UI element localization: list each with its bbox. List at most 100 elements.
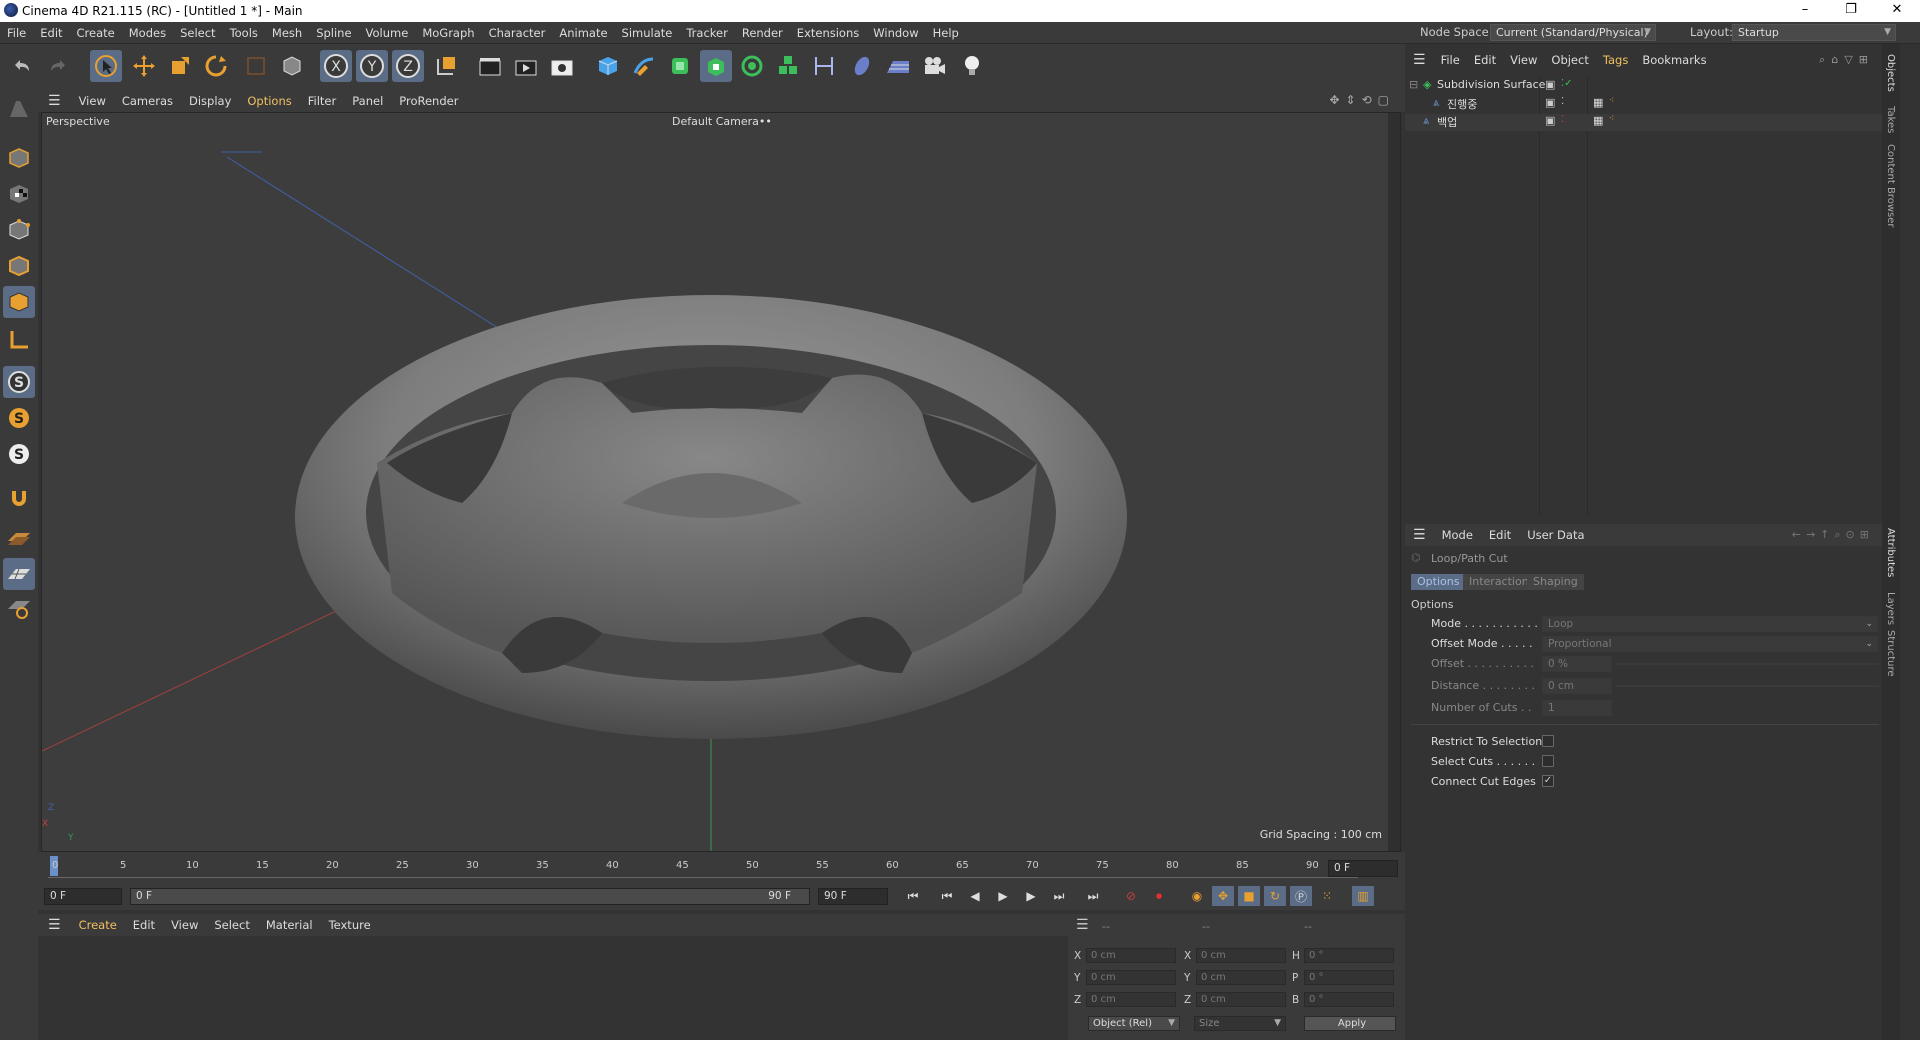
side-tab-attributes[interactable]: Attributes (1885, 528, 1896, 577)
make-editable-button[interactable] (3, 94, 35, 126)
objects-menu-view[interactable]: View (1503, 53, 1544, 67)
end-frame-field[interactable]: 90 F (818, 888, 888, 905)
timeline-ruler[interactable]: 0 5 10 15 20 25 30 35 40 45 50 55 60 65 … (38, 852, 1405, 882)
size-mode-dropdown[interactable]: Size ▼ (1194, 1016, 1286, 1031)
size-x-field[interactable]: 0 cm (1196, 948, 1286, 963)
connect-cut-edges-checkbox[interactable]: ✓ (1542, 775, 1554, 787)
next-key-button[interactable]: ⏭ (1048, 886, 1070, 906)
material-hamburger-icon[interactable]: ☰ (38, 917, 71, 933)
objects-menu-tags[interactable]: Tags (1596, 53, 1635, 67)
points-mode-button[interactable] (3, 214, 35, 246)
object-row-subdivision-surface[interactable]: ⊟ ◈ Subdivision Surface ▣ ⁚✓ (1405, 78, 1895, 95)
menu-help[interactable]: Help (926, 26, 966, 40)
rot-p-field[interactable]: 0 ° (1304, 970, 1394, 985)
previous-frame-button[interactable]: ◀ (964, 886, 986, 906)
go-to-end-button[interactable]: ⏭ (1082, 886, 1104, 906)
close-button[interactable]: ✕ (1874, 0, 1920, 22)
render-settings-button[interactable] (546, 50, 578, 82)
collapse-icon[interactable]: ⊟ (1409, 78, 1418, 91)
previous-key-button[interactable]: ⏮ (936, 886, 958, 906)
rotate-tool-button[interactable] (200, 50, 232, 82)
workplane-lock-button[interactable] (3, 558, 35, 590)
coordinates-hamburger-icon[interactable]: ☰ (1076, 917, 1089, 933)
recent-tools-button[interactable] (240, 50, 272, 82)
menu-file[interactable]: File (0, 26, 33, 40)
viewport-menu-panel[interactable]: Panel (344, 94, 391, 108)
mode-dropdown[interactable]: Loop ⌄ (1542, 616, 1878, 632)
perspective-viewport[interactable]: Perspective Default Camera•• Z X Y Grid … (41, 112, 1401, 852)
spline-pen-button[interactable] (628, 50, 660, 82)
deformer-button[interactable] (772, 50, 804, 82)
viewport-menu-cameras[interactable]: Cameras (114, 94, 181, 108)
size-z-field[interactable]: 0 cm (1196, 992, 1286, 1007)
objects-menu-bookmarks[interactable]: Bookmarks (1635, 53, 1713, 67)
model-mode-button[interactable] (3, 142, 35, 174)
render-picture-viewer-button[interactable] (510, 50, 542, 82)
undo-button[interactable] (6, 50, 38, 82)
tab-options[interactable]: Options (1411, 574, 1466, 590)
snap-button[interactable] (3, 482, 35, 514)
light-button[interactable] (956, 50, 988, 82)
menu-select[interactable]: Select (173, 26, 222, 40)
polygons-mode-button[interactable] (3, 286, 35, 318)
material-menu-edit[interactable]: Edit (125, 918, 163, 932)
side-tab-objects[interactable]: Objects (1885, 54, 1896, 92)
axis-mode-button[interactable] (3, 324, 35, 356)
side-tab-takes[interactable]: Takes (1885, 106, 1896, 133)
viewport-menu-options[interactable]: Options (239, 94, 299, 108)
array-generator-button[interactable] (736, 50, 768, 82)
object-row-jinhaengjung[interactable]: ⩓ 진행중 ▣ ⁚ ▦ ⁖ (1405, 96, 1895, 113)
menu-mograph[interactable]: MoGraph (415, 26, 481, 40)
offset-field[interactable]: 0 % (1542, 656, 1612, 672)
menu-spline[interactable]: Spline (309, 26, 358, 40)
material-menu-create[interactable]: Create (71, 918, 125, 932)
menu-tools[interactable]: Tools (223, 26, 265, 40)
timeline-button[interactable]: ▥ (1352, 886, 1374, 906)
pos-z-field[interactable]: 0 cm (1086, 992, 1176, 1007)
apply-button[interactable]: Apply (1304, 1016, 1396, 1031)
attributes-menu-mode[interactable]: Mode (1434, 528, 1481, 542)
layer-toggle-icon[interactable]: ▣ (1545, 78, 1555, 91)
y-axis-lock-button[interactable]: Y (356, 50, 388, 82)
texture-tag-icon[interactable]: ▦ (1593, 96, 1603, 109)
coordinate-mode-dropdown[interactable]: Object (Rel) ▼ (1088, 1016, 1180, 1031)
size-y-field[interactable]: 0 cm (1196, 970, 1286, 985)
menu-animate[interactable]: Animate (552, 26, 614, 40)
floor-button[interactable] (882, 50, 914, 82)
key-position-button[interactable]: ✥ (1212, 886, 1234, 906)
node-space-dropdown[interactable]: Current (Standard/Physical) ▼ (1490, 24, 1656, 41)
side-tab-structure[interactable]: Structure (1885, 630, 1896, 677)
x-axis-lock-button[interactable]: X (320, 50, 352, 82)
viewport-menu-filter[interactable]: Filter (300, 94, 344, 108)
menu-create[interactable]: Create (70, 26, 122, 40)
objects-search-icons[interactable]: ⌕⌂▽⊞ (1819, 53, 1874, 67)
rot-h-field[interactable]: 0 ° (1304, 948, 1394, 963)
viewport-menu-prorender[interactable]: ProRender (391, 94, 466, 108)
material-menu-view[interactable]: View (163, 918, 206, 932)
workplane-button[interactable] (3, 522, 35, 554)
attributes-nav-icons[interactable]: ←→↑⌕⊙⊞ (1792, 528, 1874, 542)
viewport-menu-display[interactable]: Display (181, 94, 239, 108)
menu-simulate[interactable]: Simulate (615, 26, 680, 40)
selection-tag-icon[interactable]: ⁖ (1609, 114, 1614, 124)
start-frame-field[interactable]: 0 F (44, 888, 122, 905)
cube-primitive-button[interactable] (592, 50, 624, 82)
material-menu-material[interactable]: Material (258, 918, 321, 932)
menu-window[interactable]: Window (866, 26, 925, 40)
side-tab-content-browser[interactable]: Content Browser (1885, 144, 1896, 227)
objects-menu-object[interactable]: Object (1544, 53, 1595, 67)
camera-button[interactable] (918, 50, 950, 82)
minimize-button[interactable]: – (1782, 0, 1828, 22)
objects-menu-file[interactable]: File (1434, 53, 1467, 67)
edges-mode-button[interactable] (3, 250, 35, 282)
material-menu-select[interactable]: Select (206, 918, 257, 932)
workplane-align-button[interactable] (3, 592, 35, 624)
field-button[interactable] (808, 50, 840, 82)
tab-shaping[interactable]: Shaping (1527, 574, 1584, 590)
key-pla-button[interactable]: ⁙ (1316, 886, 1338, 906)
menu-extensions[interactable]: Extensions (790, 26, 866, 40)
subdivision-surface-button[interactable] (664, 50, 696, 82)
key-rotation-button[interactable]: ↻ (1264, 886, 1286, 906)
select-cuts-checkbox[interactable] (1542, 755, 1554, 767)
menu-character[interactable]: Character (482, 26, 553, 40)
